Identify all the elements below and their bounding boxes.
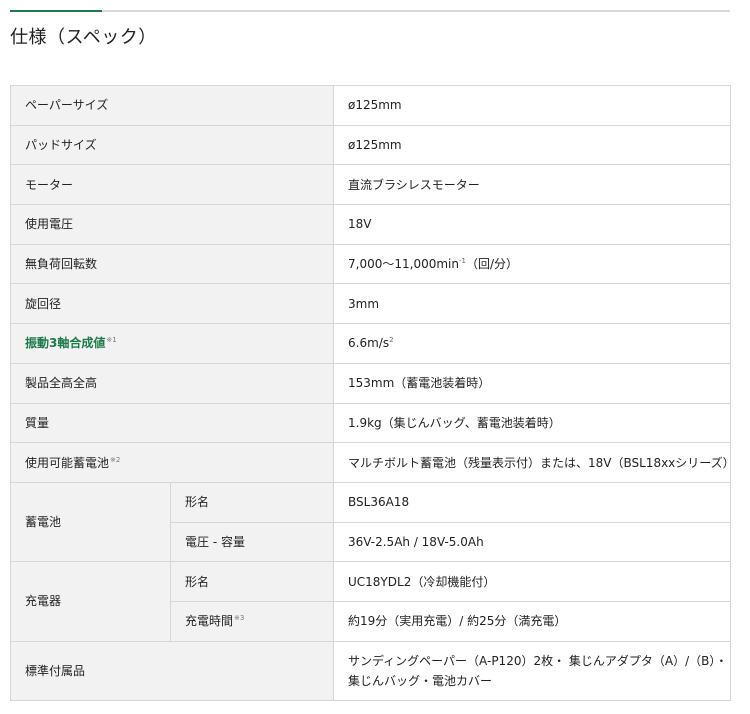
table-row: 標準付属品 サンディングペーパー（A-P120）2枚・ 集じんアダプタ（A）/（… — [10, 640, 731, 701]
row-value: ø125mm — [333, 85, 731, 126]
row-label: 旋回径 — [10, 283, 334, 325]
table-row: 使用電圧 18V — [10, 204, 731, 245]
footnote-mark: ※2 — [110, 455, 121, 464]
row-label: 使用電圧 — [10, 204, 334, 245]
table-row: モーター 直流ブラシレスモーター — [10, 164, 731, 206]
row-value: 36V-2.5Ah / 18V-5.0Ah — [333, 521, 731, 563]
row-value: サンディングペーパー（A-P120）2枚・ 集じんアダプタ（A）/（B）・集じん… — [333, 640, 731, 701]
superscript: -1 — [458, 257, 466, 266]
row-label-highlight: 振動3軸合成値 — [25, 336, 106, 351]
table-row: 質量 1.9kg（集じんバッグ、蓄電池装着時） — [10, 402, 731, 444]
row-value: ø125mm — [333, 124, 731, 166]
row-label: 振動3軸合成値※1 — [10, 323, 334, 364]
row-value: 6.6m/s2 — [333, 323, 731, 364]
row-value: 1.9kg（集じんバッグ、蓄電池装着時） — [333, 402, 731, 444]
superscript: 2 — [389, 336, 394, 345]
row-label: パッドサイズ — [10, 124, 334, 166]
table-row: パッドサイズ ø125mm — [10, 124, 731, 166]
row-value: 直流ブラシレスモーター — [333, 164, 731, 206]
row-label: 無負荷回転数 — [10, 243, 334, 285]
table-row: 無負荷回転数 7,000〜11,000min-1（回/分） — [10, 243, 731, 285]
row-label-text: 使用可能蓄電池 — [25, 455, 110, 470]
row-value: BSL36A18 — [333, 481, 731, 523]
sub-label: 充電時間※3 — [170, 600, 334, 642]
sub-label: 形名 — [170, 481, 334, 523]
table-row: 振動3軸合成値※1 6.6m/s2 — [10, 323, 731, 364]
sub-label-text: 充電時間 — [185, 614, 234, 629]
group-label-charger: 充電器 — [10, 561, 171, 642]
row-value: 約19分（実用充電）/ 約25分（満充電） — [333, 600, 731, 642]
row-value: マルチボルト蓄電池（残量表示付）または、18V（BSL18xxシリーズ） — [333, 442, 735, 483]
row-label: ペーパーサイズ — [10, 85, 334, 126]
page-title: 仕様（スペック） — [10, 27, 157, 48]
table-row: ペーパーサイズ ø125mm — [10, 85, 731, 126]
table-row: 充電器 形名 UC18YDL2（冷却機能付） — [10, 561, 731, 642]
table-row: 蓄電池 形名 BSL36A18 — [10, 481, 731, 563]
footnote-mark: ※3 — [234, 614, 245, 623]
row-value: 153mm（蓄電池装着時） — [333, 362, 731, 404]
row-value: 18V — [333, 204, 731, 245]
title-divider — [10, 10, 730, 12]
table-row: 製品全高全高 153mm（蓄電池装着時） — [10, 362, 731, 404]
row-label: 使用可能蓄電池※2 — [10, 442, 334, 483]
footnote-mark: ※1 — [106, 336, 117, 345]
row-label: 標準付属品 — [10, 640, 334, 701]
row-value-main: 7,000〜11,000min — [348, 257, 459, 272]
row-value-main: 6.6m/s — [348, 336, 390, 351]
group-label-battery: 蓄電池 — [10, 481, 171, 563]
sub-label: 形名 — [170, 561, 334, 602]
title-divider-accent — [10, 10, 102, 12]
row-value-suffix: （回/分） — [465, 257, 519, 272]
table-row: 旋回径 3mm — [10, 283, 731, 325]
row-label: 製品全高全高 — [10, 362, 334, 404]
table-row: 使用可能蓄電池※2 マルチボルト蓄電池（残量表示付）または、18V（BSL18x… — [10, 442, 735, 483]
row-label: 質量 — [10, 402, 334, 444]
sub-label: 電圧 - 容量 — [170, 521, 334, 563]
row-value: 3mm — [333, 283, 731, 325]
spec-table: ペーパーサイズ ø125mm パッドサイズ ø125mm モーター 直流ブラシレ… — [10, 85, 735, 701]
row-label: モーター — [10, 164, 334, 206]
row-value: 7,000〜11,000min-1（回/分） — [333, 243, 731, 285]
row-value: UC18YDL2（冷却機能付） — [333, 561, 731, 602]
